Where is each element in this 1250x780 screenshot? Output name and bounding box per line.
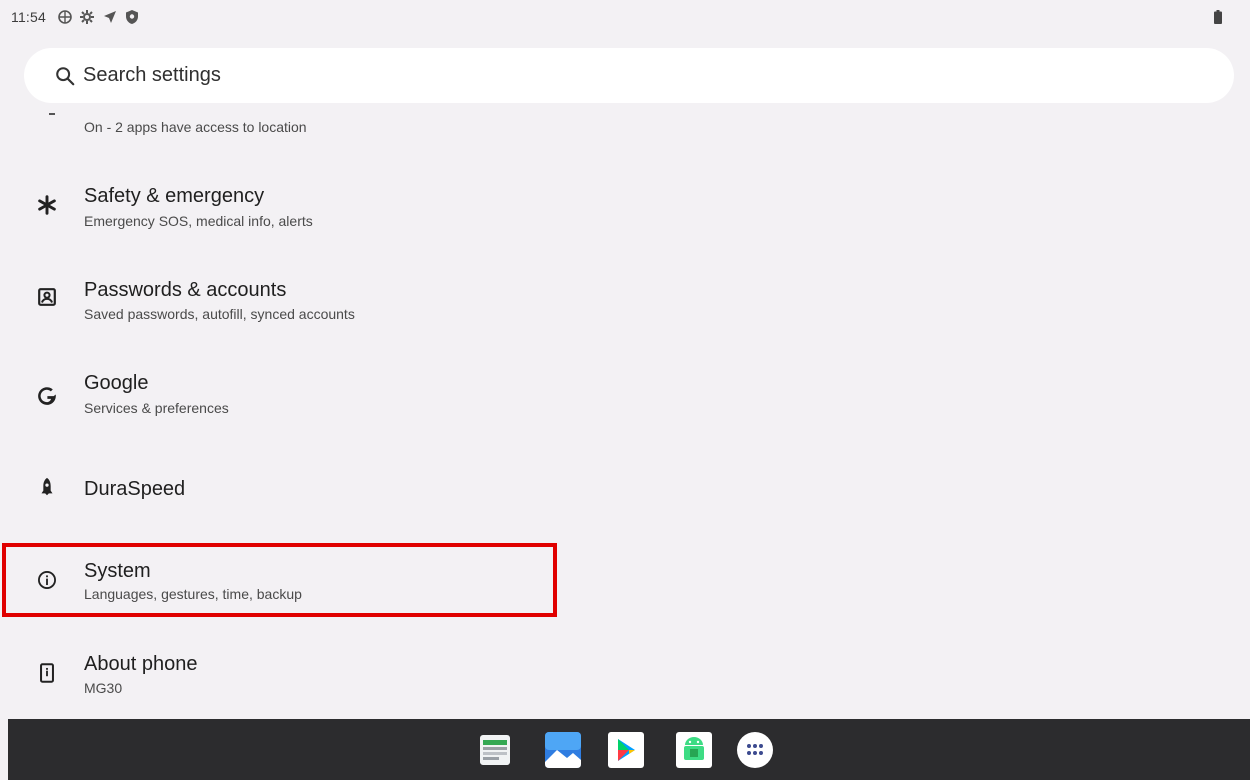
shield-icon <box>126 10 138 24</box>
settings-item-title: About phone <box>84 653 198 675</box>
settings-item-safety-emergency[interactable]: Safety & emergency Emergency SOS, medica… <box>0 172 560 250</box>
sheets-app-icon[interactable] <box>477 732 513 768</box>
settings-item-duraspeed[interactable]: DuraSpeed <box>0 450 560 528</box>
settings-item-about-phone[interactable]: About phone MG30 <box>0 640 560 718</box>
battery-icon <box>1214 10 1222 24</box>
settings-item-subtitle: Services & preferences <box>84 400 229 416</box>
android-app-icon[interactable] <box>676 732 712 768</box>
settings-item-google[interactable]: Google Services & preferences <box>0 360 560 438</box>
settings-item-passwords-accounts[interactable]: Passwords & accounts Saved passwords, au… <box>0 266 560 344</box>
play-store-icon[interactable] <box>608 732 644 768</box>
account-box-icon <box>38 288 56 306</box>
search-bar[interactable]: Search settings <box>24 48 1234 103</box>
settings-item-subtitle: Emergency SOS, medical info, alerts <box>84 213 313 229</box>
settings-item-title: DuraSpeed <box>84 478 186 500</box>
highlight-box <box>2 543 557 617</box>
settings-item-subtitle: MG30 <box>84 680 123 696</box>
rocket-icon <box>41 477 53 496</box>
google-g-icon <box>38 387 56 405</box>
settings-gear-icon <box>80 10 94 24</box>
settings-item-title: Passwords & accounts <box>84 279 287 301</box>
settings-item-subtitle: Saved passwords, autofill, synced accoun… <box>84 306 355 322</box>
location-item-subtitle[interactable]: On - 2 apps have access to location <box>84 119 307 135</box>
gallery-app-icon[interactable] <box>545 732 581 768</box>
location-arrow-icon <box>104 11 116 23</box>
status-time: 11:54 <box>11 9 46 25</box>
search-icon <box>56 67 75 86</box>
location-icon <box>49 113 55 115</box>
asterisk-icon <box>38 195 56 215</box>
phone-icon <box>40 663 54 683</box>
status-bar: 11:54 <box>0 0 1250 34</box>
app-drawer-icon[interactable] <box>737 732 773 768</box>
search-input[interactable]: Search settings <box>83 64 221 87</box>
settings-item-title: Safety & emergency <box>84 185 265 207</box>
vpn-globe-icon <box>58 10 72 24</box>
settings-item-title: Google <box>84 372 149 394</box>
taskbar <box>8 719 1250 780</box>
